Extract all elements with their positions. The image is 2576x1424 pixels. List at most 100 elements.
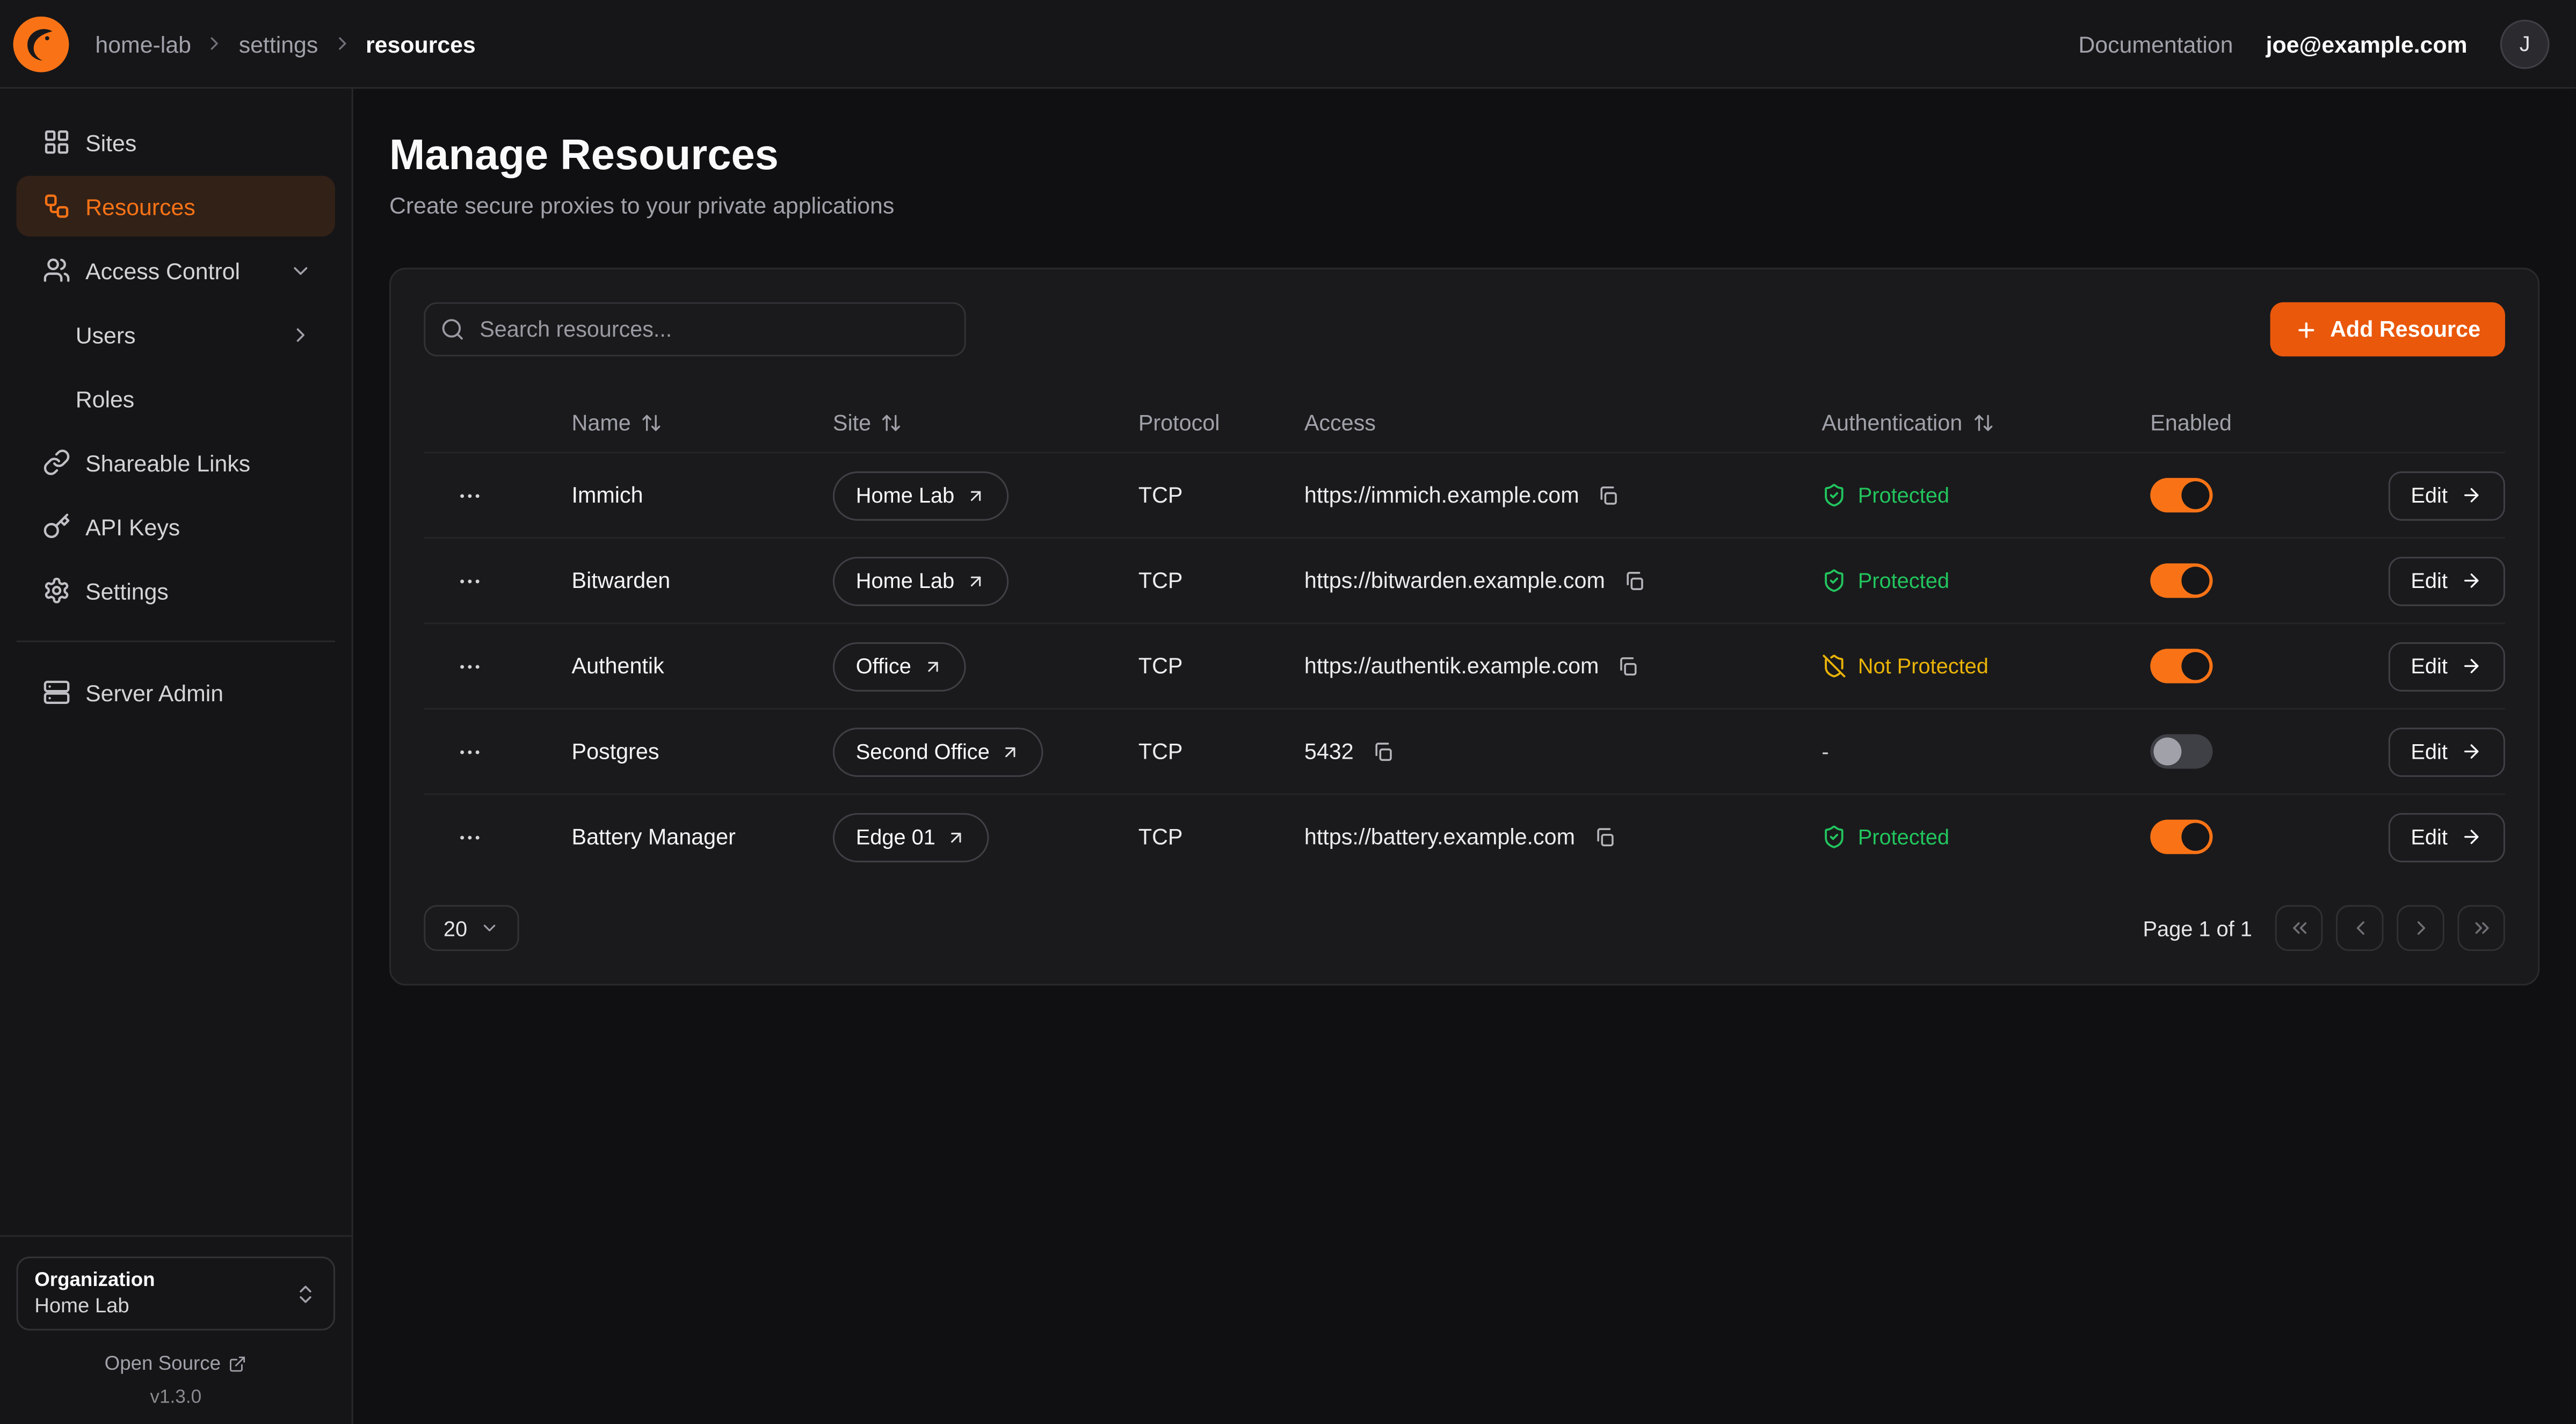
row-menu-button[interactable] [453, 650, 486, 682]
sidebar-item-users[interactable]: Users [17, 304, 335, 365]
site-link[interactable]: Edge 01 [833, 812, 990, 862]
add-resource-button[interactable]: Add Resource [2271, 302, 2505, 357]
resource-name: Bitwarden [572, 568, 833, 593]
sidebar-item-sites[interactable]: Sites [17, 112, 335, 172]
sidebar-item-api-keys[interactable]: API Keys [17, 496, 335, 557]
auth-status: Protected [1822, 483, 1949, 507]
first-page-button[interactable] [2275, 905, 2323, 951]
site-name: Office [856, 653, 911, 678]
chevron-right-icon [2409, 917, 2432, 940]
sidebar-item-label: Resources [85, 193, 195, 219]
table-row: Bitwarden Home Lab TCP https://bitwarden… [424, 537, 2505, 622]
toggle-knob [2153, 737, 2181, 765]
organization-select[interactable]: Organization Home Lab [17, 1256, 335, 1331]
documentation-link[interactable]: Documentation [2078, 31, 2233, 57]
edit-label: Edit [2411, 483, 2448, 507]
arrow-up-right-icon [923, 656, 942, 676]
arrow-up-right-icon [966, 571, 986, 591]
col-enabled: Enabled [2150, 410, 2364, 434]
page-size-select[interactable]: 20 [424, 905, 520, 951]
copy-icon[interactable] [1594, 481, 1623, 510]
organization-label: Organization [34, 1268, 294, 1293]
sidebar-item-resources[interactable]: Resources [17, 176, 335, 236]
prev-page-button[interactable] [2336, 905, 2384, 951]
site-link[interactable]: Home Lab [833, 470, 1008, 520]
app: home-lab settings resources Documentatio… [0, 0, 2576, 1424]
table-row: Immich Home Lab TCP https://immich.examp… [424, 452, 2505, 537]
enabled-toggle[interactable] [2150, 478, 2212, 512]
ellipsis-icon [456, 738, 483, 765]
sort-icon[interactable] [881, 411, 902, 433]
sidebar-item-label: Server Admin [85, 679, 223, 706]
pagination: Page 1 of 1 [2143, 905, 2505, 951]
edit-button[interactable]: Edit [2388, 642, 2505, 691]
row-menu-button[interactable] [453, 479, 486, 512]
avatar[interactable]: J [2500, 19, 2550, 68]
resource-name: Battery Manager [572, 825, 833, 849]
copy-icon[interactable] [1620, 566, 1649, 595]
enabled-toggle[interactable] [2150, 819, 2212, 854]
table-toolbar: Add Resource [424, 302, 2505, 357]
sort-icon[interactable] [641, 411, 662, 433]
enabled-toggle[interactable] [2150, 563, 2212, 598]
sidebar-item-shareable-links[interactable]: Shareable Links [17, 432, 335, 493]
ellipsis-icon [456, 824, 483, 850]
row-menu-button[interactable] [453, 564, 486, 597]
copy-icon[interactable] [1590, 822, 1620, 852]
copy-icon[interactable] [1614, 651, 1643, 681]
page-subtitle: Create secure proxies to your private ap… [389, 192, 2539, 219]
site-link[interactable]: Office [833, 642, 966, 691]
next-page-button[interactable] [2397, 905, 2444, 951]
sidebar-item-label: Sites [85, 129, 136, 155]
sidebar-item-access-control[interactable]: Access Control [17, 240, 335, 301]
chevrons-right-icon [2470, 917, 2493, 940]
ellipsis-icon [456, 482, 483, 508]
edit-button[interactable]: Edit [2388, 470, 2505, 520]
chevron-down-icon [481, 918, 500, 938]
sidebar-item-roles[interactable]: Roles [17, 368, 335, 428]
auth-status: Not Protected [1822, 653, 1988, 678]
edit-button[interactable]: Edit [2388, 556, 2505, 605]
breadcrumb-settings[interactable]: settings [239, 31, 318, 57]
resources-table: Name Site Protocol Access Authentication [424, 393, 2505, 878]
add-resource-label: Add Resource [2330, 317, 2480, 342]
sidebar-item-server-admin[interactable]: Server Admin [17, 662, 335, 723]
app-logo-icon[interactable] [13, 16, 69, 71]
arrow-right-icon [2461, 656, 2482, 677]
auth-status: - [1822, 739, 1828, 764]
breadcrumb: home-lab settings resources [95, 31, 475, 57]
enabled-toggle[interactable] [2150, 649, 2212, 683]
site-link[interactable]: Home Lab [833, 556, 1008, 605]
col-protocol: Protocol [1138, 410, 1304, 434]
gear-icon [43, 577, 71, 605]
table-row: Postgres Second Office TCP 5432 - [424, 708, 2505, 793]
external-link-icon [229, 1354, 247, 1372]
protocol-value: TCP [1138, 739, 1304, 764]
site-link[interactable]: Second Office [833, 727, 1044, 776]
site-name: Home Lab [856, 568, 954, 593]
last-page-button[interactable] [2457, 905, 2505, 951]
sort-icon[interactable] [1972, 411, 1994, 433]
enabled-toggle[interactable] [2150, 734, 2212, 768]
arrow-right-icon [2461, 826, 2482, 848]
row-menu-button[interactable] [453, 820, 486, 853]
table-row: Battery Manager Edge 01 TCP https://batt… [424, 793, 2505, 878]
open-source-link[interactable]: Open Source [17, 1350, 335, 1376]
sidebar-item-label: Roles [76, 385, 135, 411]
organization-value: Home Lab [34, 1292, 294, 1319]
breadcrumb-org[interactable]: home-lab [95, 31, 191, 57]
edit-label: Edit [2411, 825, 2448, 849]
user-email: joe@example.com [2266, 31, 2468, 57]
page-title: Manage Resources [389, 128, 2539, 181]
chevron-right-icon [289, 323, 312, 346]
edit-button[interactable]: Edit [2388, 812, 2505, 862]
chevron-down-icon [289, 259, 312, 282]
sidebar-item-settings[interactable]: Settings [17, 560, 335, 621]
access-value: https://bitwarden.example.com [1304, 568, 1605, 593]
search-icon [440, 317, 465, 342]
edit-button[interactable]: Edit [2388, 727, 2505, 776]
search-input[interactable] [424, 302, 966, 357]
row-menu-button[interactable] [453, 735, 486, 768]
copy-icon[interactable] [1368, 737, 1398, 766]
auth-label: - [1822, 739, 1828, 764]
